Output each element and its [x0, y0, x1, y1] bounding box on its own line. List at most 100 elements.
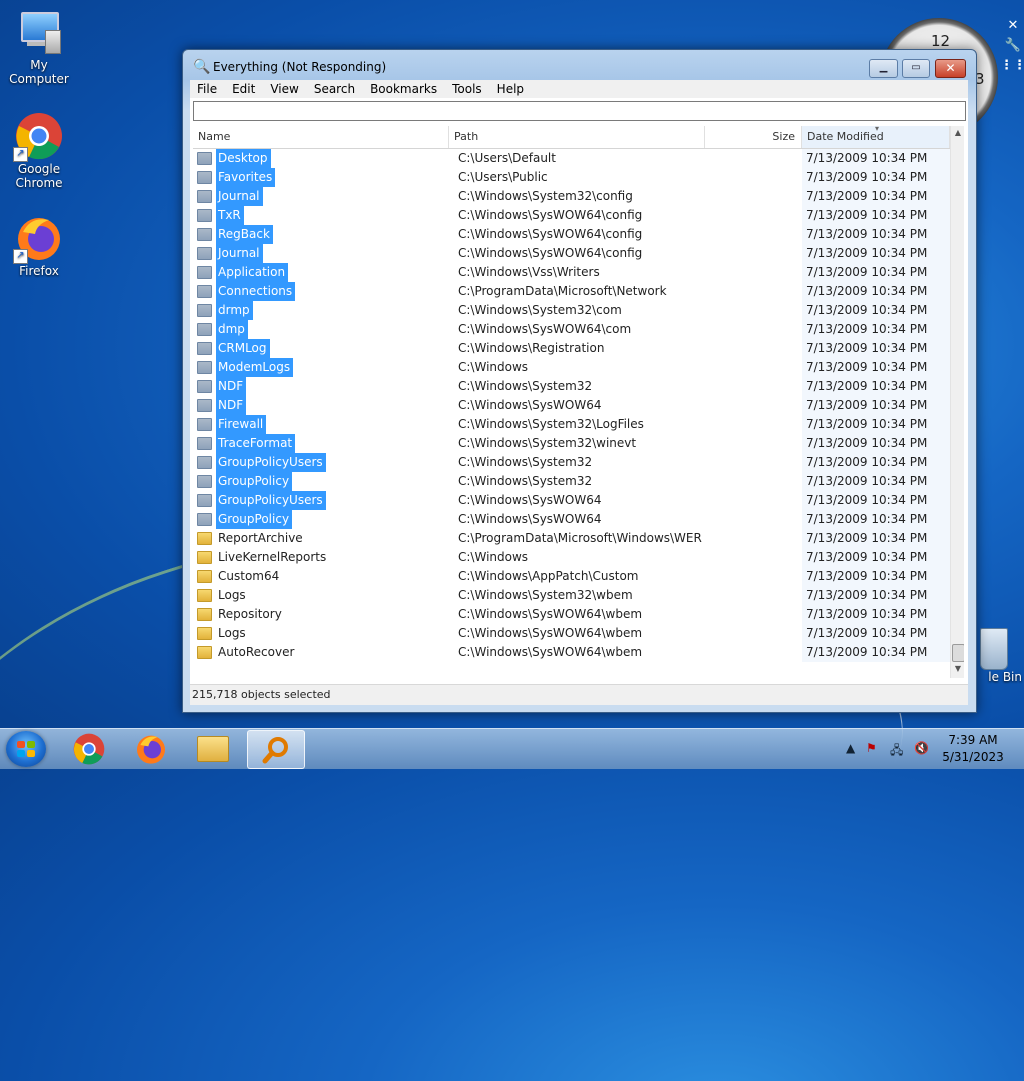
title-bar[interactable]: 🔍 Everything (Not Responding) ▁ ▭ ✕ [183, 50, 976, 82]
table-row[interactable]: GroupPolicy C:\Windows\SysWOW64 7/13/2009 … [193, 510, 950, 529]
scrollbar-thumb[interactable] [952, 644, 964, 662]
rows-container: Desktop C:\Users\Default 7/13/2009 10:34 P… [193, 149, 950, 662]
table-row[interactable]: NDF C:\Windows\SysWOW64 7/13/2009 10:34 PM [193, 396, 950, 415]
table-row[interactable]: Connections C:\ProgramData\Microsoft\Netw… [193, 282, 950, 301]
path-cell: C:\Windows\System32 [458, 474, 593, 488]
file-name: TraceFormat [216, 434, 296, 453]
column-header-path[interactable]: Path [449, 126, 705, 148]
table-row[interactable]: Application C:\Windows\Vss\Writers 7/13/20… [193, 263, 950, 282]
gadget-close-icon[interactable]: ✕ [1008, 18, 1019, 34]
file-name: Logs [218, 626, 246, 640]
date-modified-cell: 7/13/2009 10:34 PM [802, 396, 950, 415]
menu-tools[interactable]: Tools [445, 80, 490, 98]
date-modified-cell: 7/13/2009 10:34 PM [802, 377, 950, 396]
gadget-options-icon[interactable]: 🔧 [1005, 38, 1021, 54]
date-modified-cell: 7/13/2009 10:34 PM [802, 206, 950, 225]
table-row[interactable]: Firewall C:\Windows\System32\LogFiles 7/13… [193, 415, 950, 434]
firefox-icon [137, 735, 165, 764]
desktop-icon-label: My Computer [9, 58, 69, 86]
search-input[interactable] [193, 101, 966, 121]
table-row[interactable]: CRMLog C:\Windows\Registration 7/13/2009 1… [193, 339, 950, 358]
table-row[interactable]: ModemLogs C:\Windows 7/13/2009 10:34 PM [193, 358, 950, 377]
table-row[interactable]: Favorites C:\Users\Public 7/13/2009 10:34 … [193, 168, 950, 187]
name-cell: Logs [197, 586, 249, 605]
volume-muted-icon[interactable]: 🔇 [914, 741, 929, 755]
network-icon[interactable]: 🖧 [890, 741, 903, 762]
file-name: Journal [216, 244, 263, 263]
name-cell: TraceFormat [197, 434, 296, 453]
date-modified-cell: 7/13/2009 10:34 PM [802, 168, 950, 187]
taskbar-clock[interactable]: 7:39 AM 5/31/2023 [938, 732, 1008, 766]
minimize-button[interactable]: ▁ [869, 59, 898, 78]
menu-search[interactable]: Search [307, 80, 363, 98]
table-row[interactable]: Custom64 C:\Windows\AppPatch\Custom 7/13/2… [193, 567, 950, 586]
taskbar-chrome[interactable] [62, 730, 116, 767]
vertical-scrollbar[interactable]: ▲ ▼ [950, 126, 964, 678]
table-row[interactable]: RegBack C:\Windows\SysWOW64\config 7/13/20… [193, 225, 950, 244]
file-name: Application [216, 263, 289, 282]
table-row[interactable]: dmp C:\Windows\SysWOW64\com 7/13/2009 10:3… [193, 320, 950, 339]
taskbar-firefox[interactable] [124, 730, 178, 767]
table-row[interactable]: Desktop C:\Users\Default 7/13/2009 10:34 P… [193, 149, 950, 168]
date-modified-cell: 7/13/2009 10:34 PM [802, 149, 950, 168]
table-row[interactable]: LiveKernelReports C:\Windows 7/13/2009 10:… [193, 548, 950, 567]
date-modified-cell: 7/13/2009 10:34 PM [802, 282, 950, 301]
date-modified-cell: 7/13/2009 10:34 PM [802, 472, 950, 491]
maximize-button[interactable]: ▭ [902, 59, 930, 78]
desktop-icon-google-chrome[interactable]: ↗ Google Chrome [1, 112, 77, 190]
date-modified-cell: 7/13/2009 10:34 PM [802, 624, 950, 643]
desktop-icon-firefox[interactable]: ↗ Firefox [1, 214, 77, 278]
table-row[interactable]: Journal C:\Windows\SysWOW64\config 7/13/20… [193, 244, 950, 263]
taskbar-time: 7:39 AM [948, 733, 998, 747]
action-center-flag-icon[interactable]: ⚑ [866, 741, 877, 755]
table-row[interactable]: GroupPolicy C:\Windows\System32 7/13/2009 … [193, 472, 950, 491]
file-name: drmp [216, 301, 253, 320]
folder-icon [197, 342, 212, 355]
file-name: GroupPolicyUsers [216, 491, 326, 510]
table-row[interactable]: Logs C:\Windows\SysWOW64\wbem 7/13/2009 10… [193, 624, 950, 643]
folder-icon [197, 266, 212, 279]
table-row[interactable]: NDF C:\Windows\System32 7/13/2009 10:34 PM [193, 377, 950, 396]
desktop-icon-my-computer[interactable]: My Computer [1, 8, 77, 86]
table-row[interactable]: GroupPolicyUsers C:\Windows\SysWOW64 7/13/… [193, 491, 950, 510]
menu-bookmarks[interactable]: Bookmarks [363, 80, 445, 98]
scroll-down-arrow-icon[interactable]: ▼ [951, 662, 964, 676]
name-cell: Connections [197, 282, 296, 301]
name-cell: GroupPolicyUsers [197, 453, 326, 472]
folder-icon [197, 380, 212, 393]
start-button[interactable] [6, 731, 46, 767]
magnifier-icon: 🔍 [193, 59, 211, 75]
gadget-drag-icon[interactable]: ⋮⋮ [1000, 58, 1024, 74]
date-modified-cell: 7/13/2009 10:34 PM [802, 510, 950, 529]
path-cell: C:\Windows\SysWOW64\config [458, 208, 643, 222]
table-row[interactable]: TraceFormat C:\Windows\System32\winevt 7/1… [193, 434, 950, 453]
table-row[interactable]: Repository C:\Windows\SysWOW64\wbem 7/13/2… [193, 605, 950, 624]
results-list[interactable]: Name Path Size Date Modified ▾ Desktop C:… [193, 126, 964, 678]
folder-icon [197, 209, 212, 222]
file-name: LiveKernelReports [218, 550, 327, 564]
menu-help[interactable]: Help [490, 80, 532, 98]
table-row[interactable]: ReportArchive C:\ProgramData\Microsoft\Wi… [193, 529, 950, 548]
column-header-size[interactable]: Size [705, 126, 802, 148]
date-modified-cell: 7/13/2009 10:34 PM [802, 358, 950, 377]
table-row[interactable]: GroupPolicyUsers C:\Windows\System32 7/13/… [193, 453, 950, 472]
date-modified-cell: 7/13/2009 10:34 PM [802, 415, 950, 434]
table-row[interactable]: Logs C:\Windows\System32\wbem 7/13/2009 10… [193, 586, 950, 605]
path-cell: C:\Windows [458, 550, 529, 564]
table-row[interactable]: drmp C:\Windows\System32\com 7/13/2009 10:… [193, 301, 950, 320]
table-row[interactable]: Journal C:\Windows\System32\config 7/13/20… [193, 187, 950, 206]
menu-edit[interactable]: Edit [225, 80, 263, 98]
column-header-name[interactable]: Name [193, 126, 449, 148]
menu-view[interactable]: View [263, 80, 306, 98]
menu-file[interactable]: File [190, 80, 225, 98]
close-button[interactable]: ✕ [935, 59, 966, 78]
taskbar-explorer[interactable] [186, 730, 240, 767]
table-row[interactable]: TxR C:\Windows\SysWOW64\config 7/13/2009 1… [193, 206, 950, 225]
folder-icon [197, 285, 212, 298]
table-row[interactable]: AutoRecover C:\Windows\SysWOW64\wbem 7/13/… [193, 643, 950, 662]
scroll-up-arrow-icon[interactable]: ▲ [951, 126, 964, 140]
path-cell: C:\Windows\SysWOW64 [458, 493, 602, 507]
show-hidden-icons-icon[interactable]: ▲ [846, 741, 855, 755]
name-cell: NDF [197, 377, 247, 396]
taskbar-everything[interactable] [247, 730, 305, 769]
